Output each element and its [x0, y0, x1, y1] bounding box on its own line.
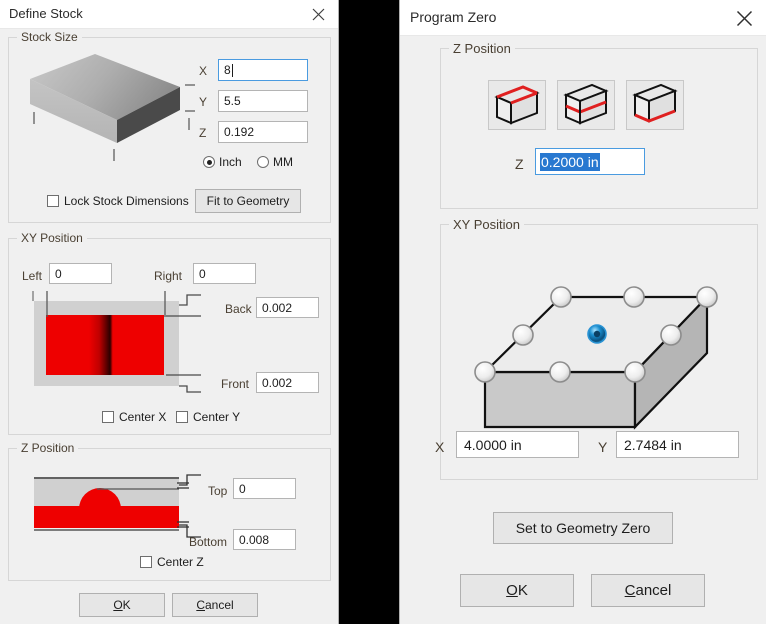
xy-front-label: Front [221, 377, 250, 391]
xy-back-value: 0.002 [262, 300, 293, 315]
pz-z-label: Z [515, 156, 524, 172]
stock-y-label: Y [199, 95, 208, 109]
lock-stock-dimensions-label: Lock Stock Dimensions [64, 194, 189, 208]
stock-y-input[interactable]: 5.5 [218, 90, 308, 112]
pz-x-label: X [435, 439, 445, 455]
z-position-legend: Z Position [17, 441, 79, 455]
define-stock-ok-button[interactable]: OK [79, 593, 165, 617]
set-to-geometry-zero-button[interactable]: Set to Geometry Zero [493, 512, 673, 544]
radio-indicator [257, 156, 269, 168]
pz-x-value: 4.0000 in [464, 436, 522, 453]
z-top-input[interactable]: 0 [233, 478, 296, 499]
program-zero-title: Program Zero [410, 9, 497, 25]
pz-z-position-group: Z Position Z 0.2000 in [440, 41, 758, 209]
xy-back-input[interactable]: 0.002 [256, 297, 319, 318]
stock-y-value: 5.5 [224, 94, 241, 108]
radio-indicator [203, 156, 215, 168]
cancel-rest: ancel [635, 582, 672, 599]
z-bottom-button[interactable] [626, 80, 684, 130]
lock-stock-dimensions-checkbox[interactable]: Lock Stock Dimensions [47, 194, 189, 208]
stock-size-group: Stock Size X 8 Y 5.5 Z 0.192 Inch MM Loc… [8, 30, 331, 223]
pz-x-input[interactable]: 4.0000 in [456, 431, 579, 458]
xy-left-value: 0 [55, 266, 62, 281]
xy-right-input[interactable]: 0 [193, 263, 256, 284]
xy-position-legend: XY Position [17, 231, 87, 245]
xy-right-label: Right [154, 269, 183, 283]
xy-position-group: XY Position Left 0 Right 0 Back 0.002 Fr… [8, 231, 331, 435]
z-top-button[interactable] [488, 80, 546, 130]
define-stock-ok-label: OK [113, 598, 130, 612]
text-caret [231, 63, 233, 77]
mnemonic: C [196, 598, 205, 612]
z-middle-button[interactable] [557, 80, 615, 130]
define-stock-cancel-label: Cancel [196, 598, 233, 612]
checkbox-indicator [47, 195, 59, 207]
program-zero-cancel-label: Cancel [625, 582, 672, 599]
stock-block-illustration [17, 48, 199, 163]
pz-y-input[interactable]: 2.7484 in [616, 431, 739, 458]
xy-preview-graphic [29, 287, 249, 399]
xy-left-label: Left [22, 269, 43, 283]
z-position-group: Z Position Top 0 Bottom 0.008 Center Z [8, 441, 331, 581]
z-bottom-input[interactable]: 0.008 [233, 529, 296, 550]
pz-z-value: 0.2000 in [540, 152, 600, 171]
pz-z-input[interactable]: 0.2000 in [535, 148, 645, 175]
unit-radio-inch-label: Inch [219, 155, 242, 169]
program-zero-cancel-button[interactable]: Cancel [591, 574, 705, 607]
close-icon[interactable] [298, 0, 338, 28]
checkbox-indicator [102, 411, 114, 423]
program-zero-titlebar: Program Zero [400, 0, 766, 36]
center-y-label: Center Y [193, 410, 241, 424]
z-top-value: 0 [239, 481, 246, 496]
center-x-label: Center X [119, 410, 167, 424]
checkbox-indicator [140, 556, 152, 568]
unit-radio-mm-label: MM [273, 155, 293, 169]
pz-xy-position-legend: XY Position [449, 217, 524, 232]
xy-zero-picker[interactable] [451, 245, 745, 430]
center-y-checkbox[interactable]: Center Y [176, 410, 240, 424]
close-icon[interactable] [722, 0, 766, 36]
mnemonic: O [113, 598, 123, 612]
stock-x-label: X [199, 64, 208, 78]
mnemonic: O [506, 582, 518, 599]
stock-z-value: 0.192 [224, 125, 255, 139]
ok-rest: K [517, 582, 528, 599]
program-zero-ok-button[interactable]: OK [460, 574, 574, 607]
xy-left-input[interactable]: 0 [49, 263, 112, 284]
define-stock-dialog: Define Stock Stock Size X 8 Y 5.5 Z 0.19… [0, 0, 339, 624]
program-zero-ok-label: OK [506, 582, 528, 599]
unit-radio-inch[interactable]: Inch [203, 155, 242, 169]
pz-y-label: Y [598, 439, 608, 455]
define-stock-cancel-button[interactable]: Cancel [172, 593, 258, 617]
stock-z-label: Z [199, 126, 207, 140]
cancel-rest: ancel [204, 598, 234, 612]
unit-radio-mm[interactable]: MM [257, 155, 293, 169]
xy-back-label: Back [225, 302, 252, 316]
xy-right-value: 0 [199, 266, 206, 281]
mnemonic: C [624, 582, 636, 599]
stock-size-legend: Stock Size [17, 30, 82, 44]
define-stock-title: Define Stock [9, 6, 83, 21]
z-preview-graphic [29, 465, 249, 543]
center-z-checkbox[interactable]: Center Z [140, 555, 204, 569]
ok-rest: K [122, 598, 131, 612]
xy-front-value: 0.002 [262, 375, 293, 390]
stock-z-input[interactable]: 0.192 [218, 121, 308, 143]
fit-to-geometry-button[interactable]: Fit to Geometry [195, 189, 301, 213]
center-z-label: Center Z [157, 555, 204, 569]
pz-y-value: 2.7484 in [624, 436, 682, 453]
stock-x-value: 8 [224, 63, 231, 77]
screen: Define Stock Stock Size X 8 Y 5.5 Z 0.19… [0, 0, 766, 624]
pz-xy-position-group: XY Position X 4.0000 in Y 2.7484 in [435, 217, 758, 480]
checkbox-indicator [176, 411, 188, 423]
xy-front-input[interactable]: 0.002 [256, 372, 319, 393]
stock-x-input[interactable]: 8 [218, 59, 308, 81]
z-bottom-label: Bottom [189, 535, 228, 549]
center-x-checkbox[interactable]: Center X [102, 410, 166, 424]
define-stock-titlebar: Define Stock [0, 0, 338, 29]
z-top-label: Top [208, 484, 228, 498]
z-bottom-value: 0.008 [239, 532, 270, 547]
program-zero-dialog: Program Zero Z Position Z 0.2000 in XY P… [399, 0, 766, 624]
pz-z-position-legend: Z Position [449, 41, 515, 56]
